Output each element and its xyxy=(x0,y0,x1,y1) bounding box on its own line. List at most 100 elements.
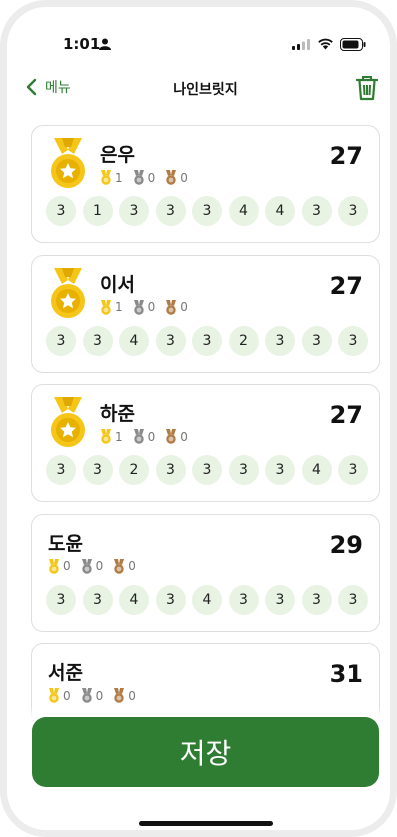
hole-score[interactable]: 3 xyxy=(155,584,186,615)
player-name: 은우 xyxy=(100,144,135,166)
hole-score[interactable]: 3 xyxy=(228,584,259,615)
medal-counts: 0 0 0 xyxy=(48,558,146,574)
hole-score[interactable]: 3 xyxy=(265,455,295,485)
bronze-count-value: 0 xyxy=(128,559,136,573)
hole-score[interactable]: 3 xyxy=(155,325,186,356)
silver-count-value: 0 xyxy=(147,300,156,314)
player-card[interactable]: 하준 27 1 0 0 3 3 2 3 3 3 3 4 3 xyxy=(31,384,380,502)
hole-score[interactable]: 3 xyxy=(265,584,295,615)
bronze-medal-count: 0 xyxy=(113,558,136,574)
silver-count-value: 0 xyxy=(95,688,104,703)
person-icon xyxy=(99,38,111,50)
hole-score[interactable]: 3 xyxy=(338,584,368,615)
silver-medal-icon xyxy=(133,170,144,185)
status-time: 1:01 xyxy=(63,35,101,53)
bronze-medal-icon xyxy=(166,429,177,444)
bronze-medal-icon xyxy=(114,558,125,574)
bronze-count-value: 0 xyxy=(180,300,188,314)
hole-score[interactable]: 3 xyxy=(192,325,222,356)
player-score: 27 xyxy=(329,401,363,429)
hole-score[interactable]: 3 xyxy=(82,455,113,485)
medal-counts: 1 0 0 xyxy=(100,170,198,185)
gold-count-value: 0 xyxy=(63,559,71,573)
hole-score[interactable]: 3 xyxy=(46,325,76,356)
hole-score[interactable]: 3 xyxy=(82,584,113,615)
player-name: 도윤 xyxy=(48,532,83,555)
silver-medal-icon xyxy=(81,558,92,574)
gold-medal-count: 0 xyxy=(48,558,71,574)
gold-medal-count: 1 xyxy=(100,170,123,185)
bronze-medal-count: 0 xyxy=(165,170,188,185)
hole-score[interactable]: 3 xyxy=(338,325,368,356)
hole-scores: 334332333 xyxy=(46,325,375,356)
home-indicator xyxy=(139,821,273,826)
hole-score[interactable]: 3 xyxy=(338,196,368,226)
hole-score[interactable]: 3 xyxy=(192,196,222,226)
player-score: 29 xyxy=(329,530,363,559)
gold-medal-count: 1 xyxy=(100,429,123,444)
hole-score[interactable]: 1 xyxy=(82,196,113,226)
player-score: 27 xyxy=(329,271,363,300)
medal-counts: 1 0 0 xyxy=(100,429,198,444)
hole-score[interactable]: 3 xyxy=(119,196,149,226)
hole-score[interactable]: 4 xyxy=(265,196,295,226)
silver-medal-count: 0 xyxy=(133,299,156,315)
silver-medal-count: 0 xyxy=(133,170,155,185)
silver-medal-count: 0 xyxy=(81,558,103,574)
hole-score[interactable]: 3 xyxy=(228,455,259,485)
player-score: 27 xyxy=(329,142,363,170)
player-score: 31 xyxy=(329,660,363,688)
gold-medal-count: 1 xyxy=(100,299,123,315)
hole-score[interactable]: 4 xyxy=(228,196,259,226)
hole-score[interactable]: 2 xyxy=(119,455,149,485)
silver-medal-icon xyxy=(81,688,92,703)
hole-score[interactable]: 3 xyxy=(301,325,332,356)
bronze-medal-icon xyxy=(166,299,177,315)
player-name: 하준 xyxy=(100,403,135,425)
gold-medal-icon xyxy=(49,558,59,574)
hole-score[interactable]: 3 xyxy=(82,325,113,356)
gold-count-value: 1 xyxy=(115,300,123,314)
bronze-medal-count: 0 xyxy=(165,429,188,444)
hole-score[interactable]: 4 xyxy=(119,325,149,356)
hole-score[interactable]: 2 xyxy=(228,325,259,356)
page-title: 나인브릿지 xyxy=(173,82,238,98)
hole-score[interactable]: 3 xyxy=(46,196,76,226)
gold-medal-icon xyxy=(51,267,85,318)
medal-counts: 1 0 0 xyxy=(100,299,198,315)
hole-score[interactable]: 3 xyxy=(301,584,332,615)
save-button[interactable]: 저장 xyxy=(32,717,379,787)
hole-score[interactable]: 4 xyxy=(192,584,222,615)
device-frame: 1:01 메뉴 나인브릿지 은우 27 1 0 0 3 1 3 3 3 4 4 … xyxy=(0,0,397,837)
player-card[interactable]: 도윤 29 0 0 0 3 3 4 3 4 3 3 3 3 xyxy=(31,513,380,632)
hole-score[interactable]: 4 xyxy=(119,584,149,615)
hole-score[interactable]: 3 xyxy=(46,455,76,485)
silver-medal-icon xyxy=(133,429,144,444)
trash-icon[interactable] xyxy=(356,75,378,101)
gold-medal-icon xyxy=(51,138,85,188)
nav-bar: 메뉴 나인브릿지 xyxy=(19,75,390,105)
bronze-count-value: 0 xyxy=(180,170,188,185)
gold-count-value: 0 xyxy=(63,688,71,703)
hole-score[interactable]: 3 xyxy=(338,455,368,485)
hole-score[interactable]: 3 xyxy=(155,455,186,485)
hole-scores: 334343333 xyxy=(46,584,375,615)
hole-scores: 332333343 xyxy=(46,455,375,485)
player-card[interactable]: 이서 27 1 0 0 3 3 4 3 3 2 3 3 3 xyxy=(31,254,380,373)
wifi-icon xyxy=(318,38,333,50)
hole-score[interactable]: 3 xyxy=(265,325,295,356)
bronze-medal-icon xyxy=(114,688,125,703)
hole-score[interactable]: 3 xyxy=(155,196,186,226)
player-name: 이서 xyxy=(100,273,135,296)
hole-score[interactable]: 3 xyxy=(192,455,222,485)
save-area: 저장 xyxy=(19,707,390,830)
bronze-count-value: 0 xyxy=(180,429,188,444)
hole-score[interactable]: 3 xyxy=(46,584,76,615)
hole-scores: 313334433 xyxy=(46,196,375,226)
bronze-medal-count: 0 xyxy=(165,299,188,315)
gold-count-value: 1 xyxy=(115,429,123,444)
hole-score[interactable]: 3 xyxy=(301,196,332,226)
player-card[interactable]: 은우 27 1 0 0 3 1 3 3 3 4 4 3 3 xyxy=(31,125,380,243)
hole-score[interactable]: 4 xyxy=(301,455,332,485)
status-bar: 1:01 xyxy=(19,35,390,57)
